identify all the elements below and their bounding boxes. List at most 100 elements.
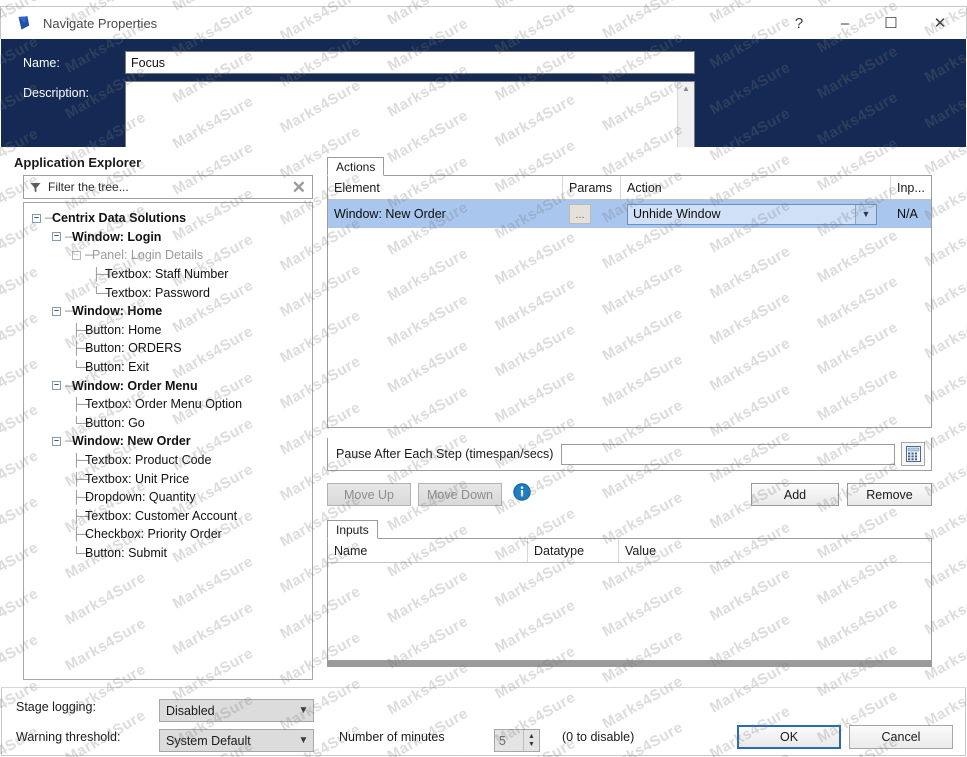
help-button[interactable]: ? <box>776 7 822 39</box>
tree-node-label: Window: Home <box>72 304 162 318</box>
tree-node-label: Button: ORDERS <box>85 341 182 355</box>
tree-expander-icon[interactable] <box>52 232 61 241</box>
pause-input[interactable] <box>561 444 895 465</box>
tree-node[interactable]: └─Button: Exit <box>24 358 312 377</box>
tree-node-label: Window: Order Menu <box>72 379 198 393</box>
tree-node-label: Button: Home <box>85 323 161 337</box>
tree-node[interactable]: ─Window: Home <box>24 302 312 321</box>
description-label: Description: <box>23 86 89 100</box>
pause-row: Pause After Each Step (timespan/secs) <box>327 438 932 471</box>
tree-node[interactable]: ├─Dropdown: Quantity <box>24 488 312 507</box>
move-up-button[interactable]: Move Up <box>327 483 411 506</box>
ok-button[interactable]: OK <box>737 725 841 749</box>
tree-node[interactable]: ├─Button: ORDERS <box>24 339 312 358</box>
tree-node[interactable]: ├─Textbox: Customer Account <box>24 507 312 526</box>
actions-tab[interactable]: Actions <box>327 157 384 176</box>
tree-node[interactable]: ├─Textbox: Unit Price <box>24 469 312 488</box>
application-tree[interactable]: ─Centrix Data Solutions─Window: Login─Pa… <box>23 202 313 680</box>
cancel-button[interactable]: Cancel <box>849 725 953 749</box>
cell-element: Window: New Order <box>328 200 563 228</box>
action-dropdown-value: Unhide Window <box>633 207 721 221</box>
stepper-down-icon[interactable]: ▼ <box>528 741 535 748</box>
action-dropdown[interactable]: Unhide Window ▼ <box>627 204 877 225</box>
tree-node[interactable]: └─Button: Submit <box>24 544 312 563</box>
tree-node-label: Textbox: Password <box>105 286 210 300</box>
tree-connector: ├─ <box>72 341 85 355</box>
tree-node[interactable]: └─Button: Go <box>24 414 312 433</box>
inputs-panel: Name Datatype Value <box>327 538 932 661</box>
pause-label: Pause After Each Step (timespan/secs) <box>336 447 553 461</box>
scroll-up-icon[interactable]: ▲ <box>682 82 690 96</box>
tree-node[interactable]: ─Window: Login <box>24 228 312 247</box>
title-bar: Navigate Properties ? – ☐ ✕ <box>0 6 967 39</box>
column-header-value[interactable]: Value <box>619 539 931 562</box>
warning-threshold-select[interactable]: System Default ▼ <box>159 729 314 752</box>
tree-node-label: Window: New Order <box>72 434 191 448</box>
calculator-icon[interactable] <box>901 442 925 466</box>
warning-threshold-label: Warning threshold: <box>16 730 120 744</box>
column-header-datatype[interactable]: Datatype <box>528 539 619 562</box>
tree-expander-icon[interactable] <box>52 381 61 390</box>
move-down-button[interactable]: Move Down <box>418 483 502 506</box>
clear-filter-icon[interactable]: ✕ <box>292 179 306 196</box>
tree-expander-icon[interactable] <box>52 437 61 446</box>
add-button[interactable]: Add <box>751 483 839 506</box>
inputs-tab[interactable]: Inputs <box>327 520 378 539</box>
tree-connector: ├─ <box>72 509 85 523</box>
minimize-button[interactable]: – <box>822 7 868 39</box>
tree-node[interactable]: ─Centrix Data Solutions <box>24 209 312 228</box>
window-controls: ? – ☐ ✕ <box>776 7 966 39</box>
tree-expander-icon[interactable] <box>32 214 41 223</box>
chevron-down-icon[interactable]: ▼ <box>294 700 313 721</box>
tree-connector: ─ <box>65 434 72 448</box>
table-row[interactable]: Window: New Order ... Unhide Window ▼ N/… <box>328 200 931 228</box>
cell-inputs: N/A <box>891 200 931 228</box>
stage-logging-select[interactable]: Disabled ▼ <box>159 699 314 722</box>
close-button[interactable]: ✕ <box>914 7 966 39</box>
cell-params: ... <box>563 200 621 228</box>
name-input[interactable] <box>125 51 695 74</box>
tree-connector: ├─ <box>72 397 85 411</box>
navigate-properties-dialog: Navigate Properties ? – ☐ ✕ Name: Descri… <box>0 0 967 757</box>
tree-node[interactable]: └─Textbox: Password <box>24 283 312 302</box>
tree-node[interactable]: ├─Button: Home <box>24 321 312 340</box>
tree-node[interactable]: ├─Checkbox: Priority Order <box>24 525 312 544</box>
tree-connector: ─ <box>65 230 72 244</box>
column-header-inputs[interactable]: Inp... <box>891 176 931 199</box>
tree-expander-icon[interactable] <box>52 307 61 316</box>
tree-node[interactable]: ├─Textbox: Product Code <box>24 451 312 470</box>
maximize-button[interactable]: ☐ <box>868 7 914 39</box>
remove-button[interactable]: Remove <box>847 483 932 506</box>
params-button[interactable]: ... <box>569 204 591 224</box>
tree-node-label: Button: Exit <box>85 360 149 374</box>
tree-node-label: Textbox: Unit Price <box>85 472 189 486</box>
tree-connector: ├─ <box>72 472 85 486</box>
column-header-name[interactable]: Name <box>328 539 528 562</box>
tree-node-label: Textbox: Product Code <box>85 453 211 467</box>
chevron-down-icon[interactable]: ▼ <box>294 730 313 751</box>
filter-input[interactable] <box>46 179 292 195</box>
tree-connector: └─ <box>72 416 85 430</box>
column-header-action[interactable]: Action <box>621 176 891 199</box>
tree-node-label: Textbox: Staff Number <box>105 267 228 281</box>
column-header-params[interactable]: Params <box>563 176 621 199</box>
info-icon[interactable] <box>513 483 531 501</box>
tree-node[interactable]: ├─Textbox: Staff Number <box>24 265 312 284</box>
inputs-grid-header: Name Datatype Value <box>328 539 931 563</box>
stage-logging-value: Disabled <box>166 704 215 718</box>
minutes-stepper[interactable]: 5 ▲ ▼ <box>494 729 540 752</box>
stepper-arrows[interactable]: ▲ ▼ <box>523 730 539 751</box>
filter-box: ✕ <box>23 175 313 199</box>
chevron-down-icon[interactable]: ▼ <box>855 205 876 224</box>
tree-node-label: Centrix Data Solutions <box>52 211 186 225</box>
tree-node[interactable]: ─Panel: Login Details <box>24 246 312 265</box>
tree-connector: ├─ <box>92 267 105 281</box>
number-of-minutes-label: Number of minutes <box>339 730 445 744</box>
tree-node[interactable]: ─Window: New Order <box>24 432 312 451</box>
tree-expander-icon[interactable] <box>72 251 81 260</box>
column-header-element[interactable]: Element <box>328 176 563 199</box>
tree-node[interactable]: ─Window: Order Menu <box>24 376 312 395</box>
stepper-up-icon[interactable]: ▲ <box>528 733 535 740</box>
actions-panel: Element Params Action Inp... Window: New… <box>327 175 932 428</box>
tree-node[interactable]: ├─Textbox: Order Menu Option <box>24 395 312 414</box>
